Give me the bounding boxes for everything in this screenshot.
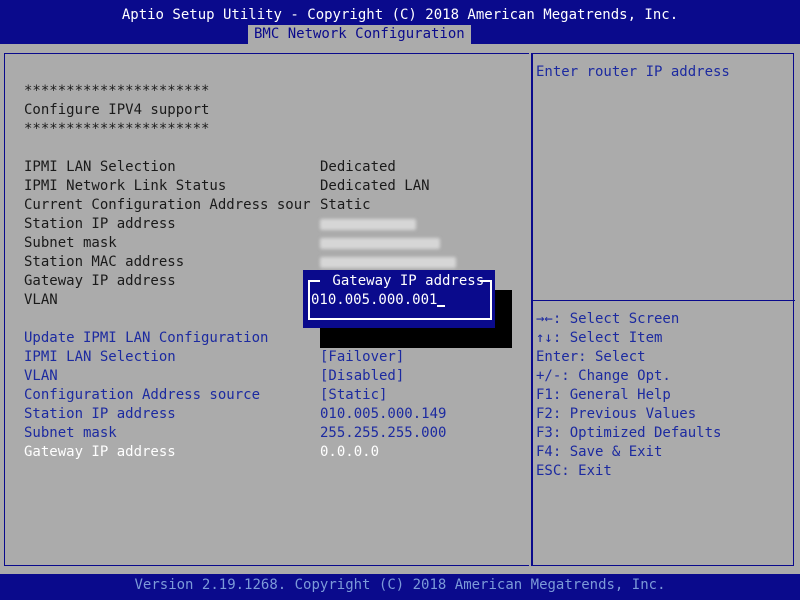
stars-line-top: ********************** [24,83,210,99]
section-title: Configure IPV4 support [24,102,210,118]
setting-value-lan-selection[interactable]: [Failover] [320,348,404,367]
help-key-esc: ESC: Exit [536,463,612,479]
footer-text: Version 2.19.1268. Copyright (C) 2018 Am… [134,577,666,593]
app-title: Aptio Setup Utility - Copyright (C) 2018… [121,7,679,23]
help-divider [533,300,795,301]
status-value-address-source: Static [320,197,371,213]
gateway-ip-dialog: Gateway IP address 010.005.000.001 [303,270,495,328]
status-value-station-ip-redacted [320,215,416,236]
status-label-station-ip: Station IP address [24,216,176,232]
setting-label-station-ip[interactable]: Station IP address [24,405,176,424]
status-label-mac-address: Station MAC address [24,254,185,270]
help-key-f3: F3: Optimized Defaults [536,425,722,441]
setting-label-vlan[interactable]: VLAN [24,367,58,386]
setting-label-lan-selection[interactable]: IPMI LAN Selection [24,348,176,367]
help-key-f1: F1: General Help [536,387,671,403]
help-key-f4: F4: Save & Exit [536,444,663,460]
setting-label-address-source[interactable]: Configuration Address source [24,386,260,405]
status-value-subnet-mask-redacted [320,234,440,255]
status-value-link-status: Dedicated LAN [320,178,430,194]
status-label-address-source: Current Configuration Address sour [24,197,311,213]
setting-value-address-source[interactable]: [Static] [320,386,387,405]
panel-divider [531,53,533,565]
dialog-title: Gateway IP address [324,273,493,289]
setting-value-gateway-ip[interactable]: 0.0.0.0 [320,443,379,462]
help-key-enter: Enter: Select [536,349,646,365]
tab-bmc-network-configuration[interactable]: BMC Network Configuration [248,25,471,44]
setting-value-station-ip[interactable]: 010.005.000.149 [320,405,446,424]
help-key-select-item: ↑↓: Select Item [536,330,663,346]
status-label-lan-selection: IPMI LAN Selection [24,159,176,175]
help-key-select-screen: →←: Select Screen [536,311,680,327]
status-label-link-status: IPMI Network Link Status [24,178,227,194]
status-label-gateway-ip: Gateway IP address [24,273,176,289]
dialog-border-top-left [308,280,320,282]
status-value-lan-selection: Dedicated [320,159,396,175]
setting-label-gateway-ip-selected[interactable]: Gateway IP address [24,443,176,462]
status-label-subnet-mask: Subnet mask [24,235,117,251]
help-key-f2: F2: Previous Values [536,406,697,422]
gateway-ip-input-value: 010.005.000.001 [311,292,438,308]
dialog-border-bottom [308,318,492,320]
setting-value-subnet-mask[interactable]: 255.255.255.000 [320,424,446,443]
setting-label-subnet-mask[interactable]: Subnet mask [24,424,117,443]
setting-value-vlan[interactable]: [Disabled] [320,367,404,386]
help-key-change-opt: +/-: Change Opt. [536,368,671,384]
text-cursor [437,305,446,307]
status-label-vlan: VLAN [24,292,58,308]
help-description: Enter router IP address [536,64,730,80]
stars-line-bottom: ********************** [24,121,210,137]
gateway-ip-input[interactable]: 010.005.000.001 [311,291,446,310]
update-ipmi-lan-configuration[interactable]: Update IPMI LAN Configuration [24,329,268,348]
